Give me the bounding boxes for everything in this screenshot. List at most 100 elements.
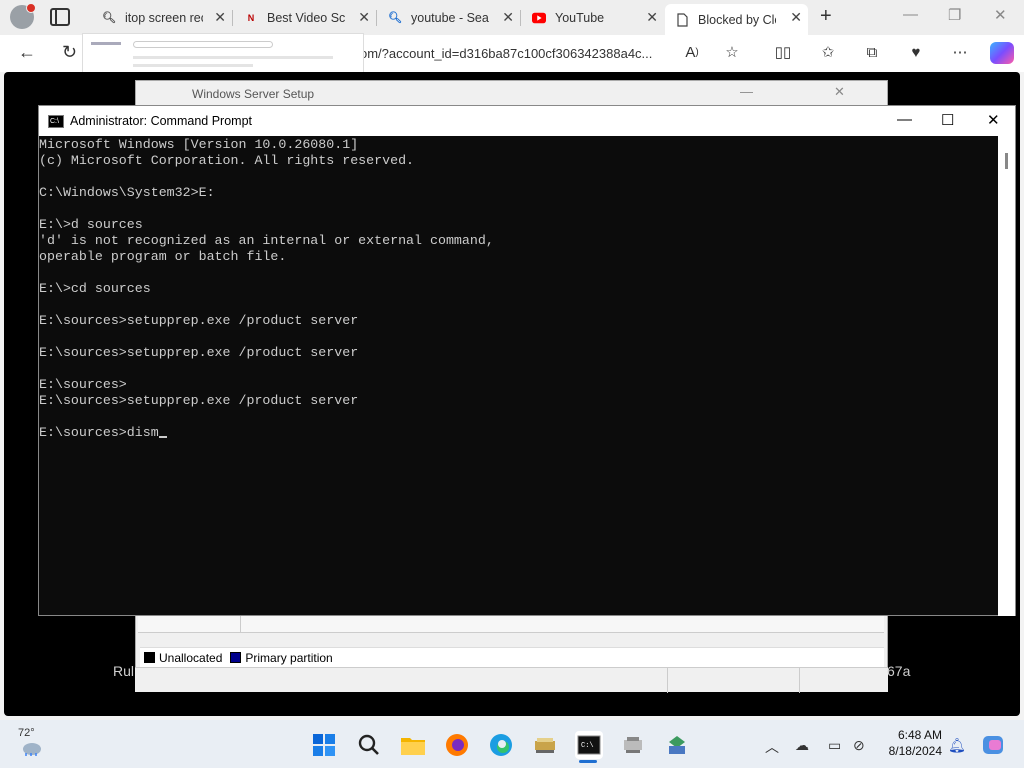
console-line: E:\>d sources: [39, 217, 143, 232]
close-icon[interactable]: ✕: [502, 9, 514, 26]
edge-icon[interactable]: [487, 731, 515, 759]
refresh-button[interactable]: ↻: [62, 42, 77, 63]
copilot-icon[interactable]: [990, 42, 1014, 64]
background-text-right: 67a: [887, 663, 911, 679]
split-screen-icon[interactable]: ▯▯: [772, 42, 794, 62]
youtube-icon: [532, 11, 546, 25]
cmd-title-bar[interactable]: C:\ Administrator: Command Prompt — ☐ ✕: [39, 106, 1015, 136]
close-icon[interactable]: ✕: [214, 9, 226, 26]
cmd-maximize-button[interactable]: ☐: [941, 111, 954, 129]
tab-label: itop screen rec: [125, 10, 203, 25]
read-aloud-icon[interactable]: A): [681, 42, 703, 62]
tab-actions-icon[interactable]: [50, 8, 70, 26]
address-bar[interactable]: om/?account_id=d316ba87c100cf306342388a4…: [360, 46, 652, 61]
start-button[interactable]: [310, 731, 338, 759]
firefox-icon[interactable]: [443, 731, 471, 759]
browser-tab-bar: 🔍︎ itop screen rec ✕ N Best Video Scr ✕ …: [0, 0, 1024, 35]
console-line: E:\sources>setupprep.exe /product server: [39, 393, 359, 408]
cmd-app-icon: C:\: [48, 114, 64, 128]
tab-itop[interactable]: 🔍︎ itop screen rec ✕: [92, 4, 232, 31]
command-prompt-taskbar-icon[interactable]: C:\: [575, 731, 603, 759]
search-icon: 🔍︎: [388, 12, 402, 24]
tab-label: Best Video Scr: [267, 10, 345, 25]
search-icon: 🔍︎: [102, 12, 116, 24]
minimize-button[interactable]: —: [903, 6, 918, 23]
new-tab-button[interactable]: +: [820, 5, 832, 28]
active-app-indicator: [579, 760, 597, 763]
cmd-scrollbar[interactable]: [998, 136, 1015, 616]
legend-label: Primary partition: [245, 650, 333, 665]
more-menu-icon[interactable]: ⋯: [949, 42, 971, 62]
favorites-icon[interactable]: ✩: [817, 42, 839, 62]
setup-minimize-icon[interactable]: —: [740, 84, 753, 99]
close-icon[interactable]: ✕: [358, 9, 370, 26]
disk-app-icon[interactable]: [531, 731, 559, 759]
chevron-up-icon[interactable]: ︿: [765, 737, 779, 757]
command-prompt-window[interactable]: C:\ Administrator: Command Prompt — ☐ ✕ …: [38, 105, 1016, 616]
tab-best-video[interactable]: N Best Video Scr ✕: [234, 4, 376, 31]
console-line: operable program or batch file.: [39, 249, 287, 264]
page-icon: [675, 12, 689, 27]
console-line: (c) Microsoft Corporation. All rights re…: [39, 153, 415, 168]
onedrive-offline-icon[interactable]: ☁: [795, 737, 809, 754]
restore-button[interactable]: ❐: [948, 6, 961, 24]
unallocated-swatch: [144, 652, 155, 663]
file-explorer-icon[interactable]: [399, 731, 427, 759]
copilot-preview-icon[interactable]: [979, 731, 1007, 759]
window-close-button[interactable]: ✕: [994, 6, 1007, 24]
notification-bell-icon[interactable]: 🔔︎: [948, 737, 966, 754]
cmd-close-button[interactable]: ✕: [987, 111, 1000, 129]
setup-app-icon[interactable]: [619, 731, 647, 759]
tab-blocked[interactable]: Blocked by Clo ✕: [665, 4, 808, 35]
display-icon[interactable]: ▭: [828, 737, 841, 754]
cmd-console-output[interactable]: Microsoft Windows [Version 10.0.26080.1]…: [39, 136, 999, 616]
collections-icon[interactable]: ⧉: [861, 42, 883, 62]
console-line: E:\>cd sources: [39, 281, 151, 296]
browser-essentials-icon[interactable]: ♥: [905, 42, 927, 62]
console-line: E:\sources>: [39, 377, 127, 392]
weather-temp[interactable]: 72°: [18, 727, 35, 739]
console-line: E:\sources>dism: [39, 425, 999, 441]
setup-close-icon[interactable]: ✕: [834, 84, 845, 100]
console-line: E:\sources>setupprep.exe /product server: [39, 313, 359, 328]
tab-label: YouTube: [555, 10, 605, 25]
cmd-title: Administrator: Command Prompt: [70, 114, 253, 128]
legend-label: Unallocated: [159, 650, 223, 665]
back-button[interactable]: ←: [18, 42, 36, 63]
tab-youtube-search[interactable]: 🔍︎ youtube - Sear ✕: [378, 4, 520, 31]
scrollbar-thumb[interactable]: [1005, 153, 1008, 169]
server-setup-icon[interactable]: [663, 731, 691, 759]
partition-strip: [138, 616, 884, 633]
tab-separator: [376, 10, 377, 26]
primary-partition-swatch: [230, 652, 242, 663]
taskbar-clock[interactable]: 6:48 AM 8/18/2024: [886, 727, 942, 759]
clock-date: 8/18/2024: [888, 744, 942, 758]
partition-legend: Unallocated Primary partition: [140, 647, 884, 667]
console-line: E:\sources>setupprep.exe /product server: [39, 345, 359, 360]
tab-label: Blocked by Clo: [698, 12, 776, 27]
cmd-minimize-button[interactable]: —: [897, 111, 912, 128]
tab-separator: [520, 10, 521, 26]
clock-time: 6:48 AM: [897, 728, 942, 742]
network-icon[interactable]: ⊘: [853, 737, 865, 754]
search-icon[interactable]: [355, 731, 383, 759]
setup-status-row: [135, 667, 888, 693]
console-line: C:\Windows\System32>E:: [39, 185, 215, 200]
close-icon[interactable]: ✕: [646, 9, 658, 26]
nch-logo-icon: N: [247, 12, 255, 23]
background-text-left: Rul: [113, 663, 135, 679]
close-icon[interactable]: ✕: [790, 9, 802, 26]
setup-window-title: Windows Server Setup: [192, 87, 315, 101]
tab-youtube[interactable]: YouTube ✕: [522, 4, 664, 31]
weather-cloud-icon[interactable]: [20, 739, 44, 757]
tab-label: youtube - Sear: [411, 10, 489, 25]
tab-separator: [232, 10, 233, 26]
profile-avatar[interactable]: [10, 3, 36, 29]
favorite-star-icon[interactable]: ☆: [721, 42, 743, 62]
